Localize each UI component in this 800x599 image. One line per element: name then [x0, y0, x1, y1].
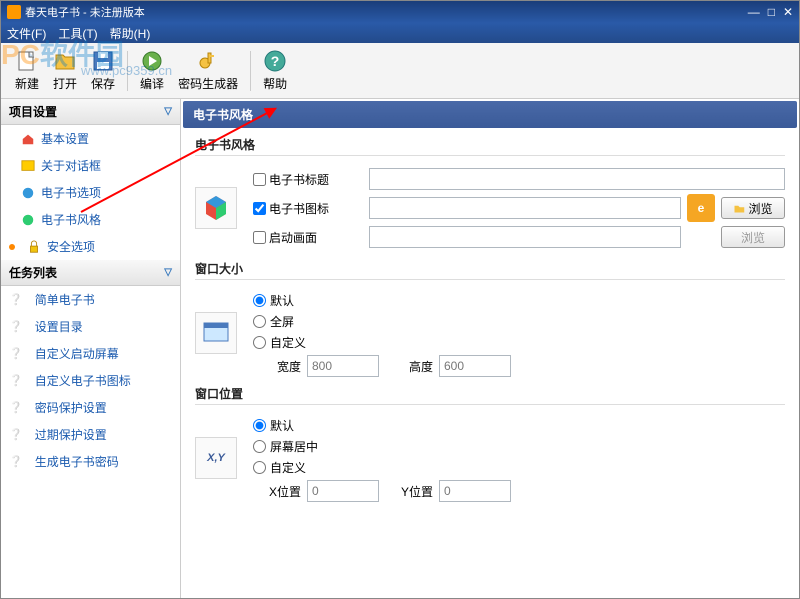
sidebar-item-style[interactable]: 电子书风格 [1, 206, 180, 233]
task-genpwd[interactable]: ❔生成电子书密码 [1, 448, 180, 475]
y-label: Y位置 [385, 483, 433, 500]
window-title: 春天电子书 - 未注册版本 [25, 4, 145, 20]
sidebar-item-about[interactable]: 关于对话框 [1, 152, 180, 179]
title-input[interactable] [369, 168, 785, 190]
checkbox-splash[interactable]: 启动画面 [253, 229, 363, 246]
sidebar: 项目设置▽ 基本设置 关于对话框 电子书选项 电子书风格 安全选项 任务列表▽ … [1, 99, 181, 598]
width-input[interactable] [307, 355, 379, 377]
task-expire[interactable]: ❔过期保护设置 [1, 421, 180, 448]
height-label: 高度 [385, 358, 433, 375]
sidebar-item-basic[interactable]: 基本设置 [1, 125, 180, 152]
radio-size-default[interactable] [253, 294, 266, 307]
proj-settings-header[interactable]: 项目设置▽ [1, 99, 180, 125]
new-button[interactable]: 新建 [9, 47, 45, 94]
style-section-icon [195, 187, 237, 229]
toolbar: PC软件园 www.pc9359.cn 新建 打开 保存 编译 密码生成器 ?帮… [1, 43, 799, 99]
main-header: 电子书风格 [183, 101, 797, 128]
radio-size-custom[interactable] [253, 336, 266, 349]
checkbox-icon-input[interactable] [253, 202, 266, 215]
sidebar-item-security[interactable]: 安全选项 [1, 233, 180, 260]
sidebar-item-options[interactable]: 电子书选项 [1, 179, 180, 206]
checkbox-title[interactable]: 电子书标题 [253, 171, 363, 188]
checkbox-icon[interactable]: 电子书图标 [253, 200, 363, 217]
y-input[interactable] [439, 480, 511, 502]
help-icon: ❔ [9, 293, 23, 306]
help-icon: ❔ [9, 455, 23, 468]
app-icon [7, 5, 21, 19]
menu-tool[interactable]: 工具(T) [58, 25, 97, 42]
collapse-icon: ▽ [164, 267, 172, 278]
maximize-button[interactable]: □ [768, 5, 775, 19]
separator [127, 51, 128, 91]
checkbox-title-input[interactable] [253, 173, 266, 186]
task-splash[interactable]: ❔自定义启动屏幕 [1, 340, 180, 367]
task-toc[interactable]: ❔设置目录 [1, 313, 180, 340]
help-icon: ❔ [9, 401, 23, 414]
size-section-icon [195, 312, 237, 354]
bullet-icon [9, 244, 15, 250]
save-button[interactable]: 保存 [85, 47, 121, 94]
task-pwd[interactable]: ❔密码保护设置 [1, 394, 180, 421]
radio-pos-default[interactable] [253, 419, 266, 432]
splash-input[interactable] [369, 226, 681, 248]
e-icon: e [687, 194, 715, 222]
task-list-header[interactable]: 任务列表▽ [1, 260, 180, 286]
close-button[interactable]: ✕ [783, 5, 793, 19]
section-size-title: 窗口大小 [195, 260, 785, 280]
main-panel: 电子书风格 电子书风格 电子书标题 电子书图标 e 浏览 [181, 99, 799, 598]
help-button[interactable]: ?帮助 [257, 47, 293, 94]
x-label: X位置 [253, 483, 301, 500]
menu-file[interactable]: 文件(F) [7, 25, 46, 42]
compile-button[interactable]: 编译 [134, 47, 170, 94]
open-button[interactable]: 打开 [47, 47, 83, 94]
menubar: 文件(F) 工具(T) 帮助(H) [1, 23, 799, 43]
task-icon[interactable]: ❔自定义电子书图标 [1, 367, 180, 394]
titlebar: 春天电子书 - 未注册版本 — □ ✕ [1, 1, 799, 23]
help-icon: ❔ [9, 347, 23, 360]
height-input[interactable] [439, 355, 511, 377]
svg-text:?: ? [271, 53, 280, 69]
section-pos-title: 窗口位置 [195, 385, 785, 405]
radio-size-full[interactable] [253, 315, 266, 328]
menu-help[interactable]: 帮助(H) [110, 25, 151, 42]
browse-icon-button[interactable]: 浏览 [721, 197, 785, 219]
width-label: 宽度 [253, 358, 301, 375]
help-icon: ❔ [9, 320, 23, 333]
section-style-title: 电子书风格 [195, 136, 785, 156]
checkbox-splash-input[interactable] [253, 231, 266, 244]
separator [250, 51, 251, 91]
minimize-button[interactable]: — [748, 5, 760, 19]
pos-section-icon: X,Y [195, 437, 237, 479]
task-simple[interactable]: ❔简单电子书 [1, 286, 180, 313]
radio-pos-custom[interactable] [253, 461, 266, 474]
collapse-icon: ▽ [164, 106, 172, 117]
browse-splash-button: 浏览 [721, 226, 785, 248]
icon-input[interactable] [369, 197, 681, 219]
help-icon: ❔ [9, 428, 23, 441]
x-input[interactable] [307, 480, 379, 502]
pwdgen-button[interactable]: 密码生成器 [172, 47, 244, 94]
help-icon: ❔ [9, 374, 23, 387]
radio-pos-center[interactable] [253, 440, 266, 453]
